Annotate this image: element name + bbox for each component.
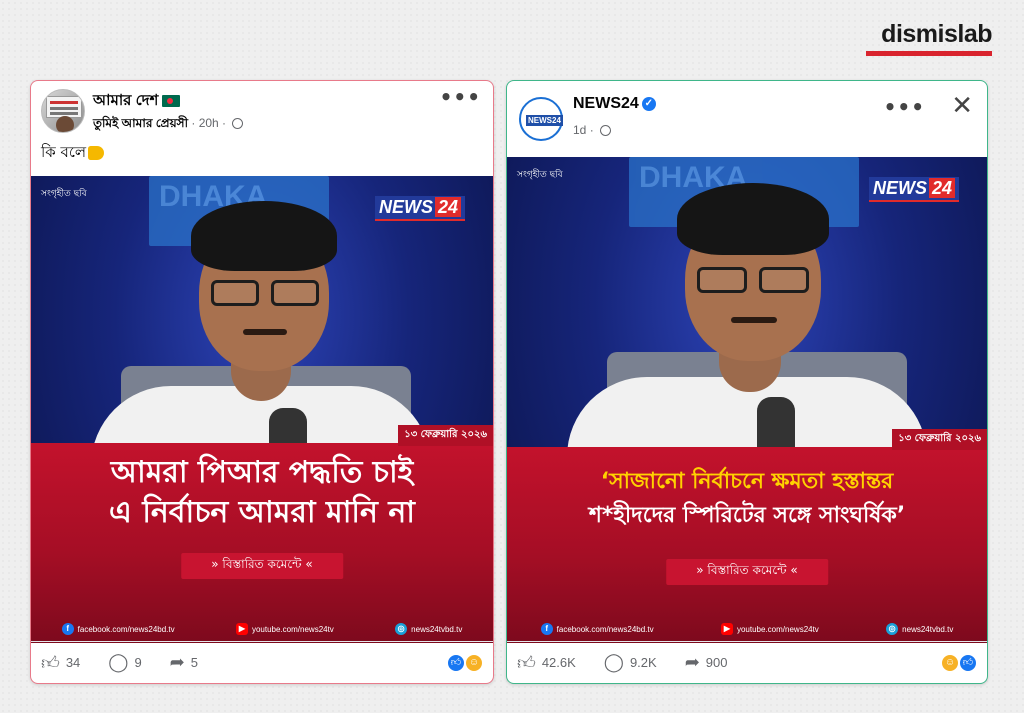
headline-line-1: আমরা পিআর পদ্ধতি চাই — [110, 455, 414, 490]
share-button[interactable]: ➦ 900 — [685, 652, 728, 673]
post-time[interactable]: 1d — [573, 123, 586, 137]
youtube-link: ▶ youtube.com/news24tv — [720, 623, 819, 635]
author-name[interactable]: তুমিই আমার প্রেয়সী — [93, 116, 188, 130]
collected-label: সংগৃহীত ছবি — [517, 170, 563, 180]
like-reaction-icon: 👍︎ — [959, 653, 977, 672]
post-meta: তুমিই আমার প্রেয়সী · 20h · — [93, 115, 244, 135]
share-button[interactable]: ➦ 5 — [170, 652, 198, 673]
comment-button[interactable]: ◯ 9.2K — [604, 652, 657, 673]
social-links: f facebook.com/news24bd.tv ▶ youtube.com/n… — [31, 623, 493, 635]
reactions[interactable]: ☺ 👍︎ — [941, 653, 977, 672]
page-name[interactable]: NEWS24 ✓ — [573, 95, 656, 113]
brand-logo: dismislab — [881, 20, 992, 48]
page-name[interactable]: আমার দেশ — [93, 89, 181, 114]
post-image[interactable]: সংগৃহীত ছবি NEWS24 ১৩ ফেব্রুয়ারি ২০২৬ আ… — [31, 176, 493, 643]
web-icon: ◎ — [886, 623, 899, 635]
headline: আমরা পিআর পদ্ধতি চাই এ নির্বাচন আমরা মান… — [31, 453, 493, 533]
headline: ‘সাজানো নির্বাচনে ক্ষমতা হস্তান্তর শ*হীদ… — [507, 465, 987, 533]
globe-icon — [600, 125, 612, 137]
comment-button[interactable]: ◯ 9 — [108, 652, 141, 673]
news24-logo: NEWS 24 — [374, 196, 465, 221]
brand-underline — [866, 51, 992, 56]
like-reaction-icon: 👍︎ — [447, 653, 465, 672]
date-tag: ১৩ ফেব্রুয়ারি ২০২৬ — [892, 429, 987, 450]
headline-line-1: ‘সাজানো নির্বাচনে ক্ষমতা হস্তান্তর — [600, 469, 894, 494]
collected-label: সংগৃহীত ছবি — [41, 189, 87, 199]
news24-logo: NEWS 24 — [868, 177, 959, 202]
comment-icon: ◯ — [603, 652, 624, 672]
facebook-icon: f — [61, 623, 74, 635]
action-bar: 👍︎ 34 ◯ 9 ➦ 5 👍︎ ☺ — [31, 641, 493, 683]
detail-label: » বিস্তারিত কমেন্টে « — [181, 553, 343, 579]
globe-icon — [232, 118, 244, 130]
headline-line-2: এ নির্বাচন আমরা মানি না — [109, 495, 415, 530]
right-post-card: NEWS24 NEWS24✓ 1d · ••• ✕ সংগৃহীত ছবি NE… — [506, 80, 988, 684]
post-time[interactable]: 20h — [199, 116, 219, 130]
web-icon: ◎ — [395, 623, 408, 635]
like-icon: 👍︎ — [41, 652, 60, 673]
share-icon: ➦ — [169, 652, 185, 672]
headline-banner: ১৩ ফেব্রুয়ারি ২০২৬ আমরা পিআর পদ্ধতি চাই… — [31, 425, 493, 643]
more-dots-icon[interactable]: ••• — [440, 85, 481, 109]
verified-icon: ✓ — [641, 96, 656, 111]
headline-banner: ১৩ ফেব্রুয়ারি ২০২৬ ‘সাজানো নির্বাচনে ক্… — [507, 429, 987, 643]
more-dots-icon[interactable]: ••• — [884, 95, 925, 119]
comment-icon: ◯ — [108, 652, 129, 672]
post-image[interactable]: সংগৃহীত ছবি NEWS24 ১৩ ফেব্রুয়ারি ২০২৬ ‘… — [507, 157, 987, 643]
detail-label: » বিস্তারিত কমেন্টে « — [666, 559, 828, 585]
bangladesh-flag-icon — [162, 95, 181, 108]
share-icon: ➦ — [684, 652, 700, 672]
post-caption: কি বলে — [41, 141, 105, 166]
website-link: ◎ news24tvbd.tv — [886, 623, 953, 635]
close-icon[interactable]: ✕ — [951, 91, 973, 121]
like-button[interactable]: 👍︎ 42.6K — [517, 652, 576, 674]
headline-line-2: শ*হীদদের স্পিরিটের সঙ্গে সাংঘর্ষিক’ — [588, 503, 906, 528]
like-icon: 👍︎ — [517, 652, 536, 673]
facebook-icon: f — [540, 623, 553, 635]
reactions[interactable]: 👍︎ ☺ — [447, 653, 483, 672]
fist-emoji-icon — [88, 145, 105, 160]
page-avatar[interactable]: NEWS24 — [519, 97, 563, 141]
page-avatar[interactable] — [41, 89, 85, 133]
post-meta: 1d · — [573, 123, 612, 137]
facebook-link: f facebook.com/news24bd.tv — [61, 623, 175, 635]
date-tag: ১৩ ফেব্রুয়ারি ২০২৬ — [398, 425, 493, 446]
like-button[interactable]: 👍︎ 34 — [41, 652, 80, 674]
social-links: f facebook.com/news24bd.tv ▶ youtube.com/n… — [507, 623, 987, 635]
haha-reaction-icon: ☺ — [465, 653, 483, 672]
haha-reaction-icon: ☺ — [941, 653, 959, 672]
youtube-icon: ▶ — [720, 623, 733, 635]
action-bar: 👍︎ 42.6K ◯ 9.2K ➦ 900 ☺ 👍︎ — [507, 641, 987, 683]
youtube-link: ▶ youtube.com/news24tv — [235, 623, 334, 635]
facebook-link: f facebook.com/news24bd.tv — [540, 623, 654, 635]
left-post-card: আমার দেশ তুমিই আমার প্রেয়সী · 20h · •••… — [30, 80, 494, 684]
website-link: ◎ news24tvbd.tv — [395, 623, 462, 635]
youtube-icon: ▶ — [235, 623, 248, 635]
